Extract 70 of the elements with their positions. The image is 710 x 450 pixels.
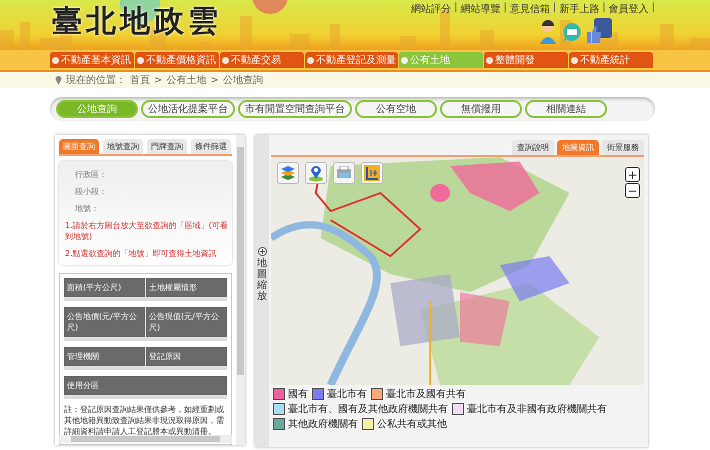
map-tab[interactable]: 查詢說明 <box>512 140 554 155</box>
subnav-tab[interactable]: 市有閒置空間查詢平台 <box>238 100 352 118</box>
query-tab[interactable]: 門牌查詢 <box>147 139 187 154</box>
table-header-cell: 使用分區 <box>64 376 227 395</box>
field-label: 行政區： <box>74 169 108 180</box>
link-separator: | <box>454 2 458 15</box>
breadcrumb-link[interactable]: 公地查詢 <box>222 73 263 87</box>
breadcrumb-link[interactable]: 首頁 <box>130 73 150 87</box>
printer-icon <box>336 166 352 180</box>
legend-label: 其他政府機關有 <box>288 418 358 431</box>
breadcrumb-separator: > <box>210 74 219 86</box>
nav-tab[interactable]: 不動產價格資訊 <box>135 52 219 68</box>
breadcrumb-separator: > <box>154 74 162 86</box>
nav-tab[interactable]: 不動產交易 <box>220 52 304 68</box>
table-header-cell: 公告地價(元/平方公尺) <box>64 307 145 337</box>
site-logo[interactable]: 臺北地政雲 <box>52 1 222 42</box>
legend-label: 臺北市有及非國有政府機關共有 <box>467 402 607 416</box>
customer-service-icon[interactable] <box>538 18 558 44</box>
subnav-tab[interactable]: 無償撥用 <box>440 100 522 118</box>
header-link[interactable]: 意見信箱 <box>510 2 550 16</box>
header-link[interactable]: 會員登入 <box>608 2 649 16</box>
legend-label: 國有 <box>288 388 308 401</box>
map-tab[interactable]: 街景服務 <box>602 140 644 155</box>
breadcrumb-label: 現在的位置： <box>66 74 126 87</box>
subnav-tab[interactable]: 公地活化提案平台 <box>141 100 235 118</box>
legend-label: 臺北市及國有共有 <box>386 388 466 401</box>
ruler-icon <box>364 165 380 181</box>
table-header-cell: 管理機關 <box>64 347 145 366</box>
nav-tab[interactable]: 整體開發 <box>484 52 568 68</box>
instruction-text: 1.請於右方圖台放大至欲查詢的「區域」(可看到地號) <box>65 220 228 242</box>
table-header-cell: 土地權屬情形 <box>146 278 227 297</box>
legend-label: 公私共有或其他 <box>377 418 447 431</box>
field-label: 地號： <box>74 203 100 214</box>
query-tab[interactable]: 條件篩選 <box>191 139 231 154</box>
location-marker-icon <box>55 75 62 85</box>
link-separator: | <box>504 2 507 15</box>
header-link[interactable]: 網站導覽 <box>460 2 500 16</box>
subnav-tab[interactable]: 公有空地 <box>355 100 437 118</box>
layers-icon <box>280 165 296 181</box>
zoom-label[interactable]: 地圖縮放 <box>257 258 267 302</box>
map-tool-button[interactable] <box>277 162 299 184</box>
nav-tab[interactable]: 不動產登記及測量 <box>305 52 398 68</box>
header-link[interactable]: 網站評分 <box>411 2 452 16</box>
legend-label: 臺北市有、國有及其他政府機關共有 <box>288 402 448 416</box>
location-pin-icon <box>308 164 324 182</box>
table-header-cell: 面積(平方公尺) <box>64 278 145 297</box>
horizontal-scrollbar[interactable] <box>59 435 232 443</box>
zoom-in-button[interactable]: + <box>625 167 640 182</box>
vertical-scrollbar[interactable] <box>236 135 245 445</box>
query-tab[interactable]: 地號查詢 <box>103 139 143 154</box>
field-label: 段小段： <box>74 186 108 197</box>
note-text: 註：登記原因查詢結果僅供參考，如經重劃或其他地籍異動致查詢結果非現況取得原因，需詳細資料請申請人工登記謄本或異動清冊。 <box>64 405 225 438</box>
map-tool-button[interactable] <box>361 162 383 184</box>
breadcrumb-link[interactable]: 公有土地 <box>166 73 206 87</box>
header-link[interactable]: 新手上路 <box>559 2 600 16</box>
zoom-in-icon[interactable] <box>258 247 266 256</box>
instruction-text: 2.點選欲查詢的「地號」即可查得土地資訊 <box>65 248 218 259</box>
map-tool-button[interactable] <box>333 162 355 184</box>
table-header-cell: 公告現值(元/平方公尺) <box>146 307 227 337</box>
map-tool-button[interactable] <box>305 162 327 184</box>
link-separator: | <box>652 2 655 15</box>
table-header-cell: 登記原因 <box>146 347 227 366</box>
zoom-out-button[interactable]: − <box>625 183 640 198</box>
thumbs-up-icon[interactable] <box>586 18 612 44</box>
nav-tab[interactable]: 不動產統計 <box>569 52 653 68</box>
link-separator: | <box>552 2 556 15</box>
nav-tab[interactable]: 不動產基本資訊 <box>50 52 134 68</box>
subnav-tab[interactable]: 相關連結 <box>525 100 607 118</box>
link-separator: | <box>602 2 606 15</box>
legend-label: 臺北市有 <box>327 388 367 401</box>
